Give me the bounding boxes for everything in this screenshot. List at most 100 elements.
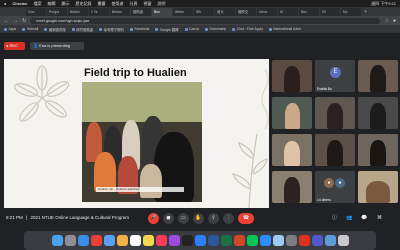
new-tab-icon[interactable]: + xyxy=(362,8,369,16)
bookmark-item[interactable]: Grammarly xyxy=(205,27,226,31)
reload-icon[interactable]: ↻ xyxy=(22,18,26,24)
browser-tab[interactable]: Mc xyxy=(341,8,361,16)
participant-face xyxy=(284,177,300,203)
url-input[interactable]: meet.google.com/vgn-wqkc-jwe xyxy=(30,17,381,24)
participant-tile[interactable] xyxy=(272,97,312,129)
mac-menubar: ● Chrome 檔案 編輯 顯示 歷史記錄 書籤 使用者 分頁 視窗 說明 週… xyxy=(0,0,400,7)
mac-dock xyxy=(24,231,376,250)
browser-tab[interactable]: 1 Ye xyxy=(89,8,109,16)
menu-item[interactable]: 書籤 xyxy=(98,0,106,7)
chat-icon[interactable]: 💬 xyxy=(360,214,369,223)
participant-tile[interactable] xyxy=(358,97,398,129)
photos-icon[interactable] xyxy=(116,235,128,246)
captions-button[interactable]: ▭ xyxy=(178,213,189,224)
bookmark-item[interactable]: Canva xyxy=(185,27,199,31)
word-icon[interactable] xyxy=(207,235,219,246)
podcasts-icon[interactable] xyxy=(168,235,180,246)
teams-icon[interactable] xyxy=(311,235,323,246)
tv-icon[interactable] xyxy=(181,235,193,246)
zoom-icon[interactable] xyxy=(259,235,271,246)
participant-tile[interactable] xyxy=(358,171,398,203)
menubar-app[interactable]: Chrome xyxy=(12,0,27,7)
participant-tile[interactable] xyxy=(272,60,312,92)
menu-item[interactable]: 視窗 xyxy=(144,0,152,7)
participant-face xyxy=(284,66,300,92)
calendar-icon[interactable] xyxy=(129,235,141,246)
trash-icon[interactable] xyxy=(337,235,349,246)
browser-tab[interactable]: Vow xyxy=(26,8,46,16)
browser-tab[interactable]: Writer xyxy=(173,8,193,16)
bookmark-item[interactable]: International Admi xyxy=(269,27,301,31)
people-icon[interactable]: 👥 xyxy=(345,214,354,223)
participant-tile[interactable] xyxy=(272,134,312,166)
present-button[interactable]: ⇪ xyxy=(208,213,219,224)
browser-tab[interactable]: Britain xyxy=(68,8,88,16)
photo-caption: Hualien trip - Outdoor activities xyxy=(96,187,184,192)
powerpoint-icon[interactable] xyxy=(233,235,245,246)
presenting-chip[interactable]: 👤 Ena is presenting xyxy=(30,42,84,50)
others-avatar: ● xyxy=(335,178,345,188)
rec-label: REC xyxy=(9,43,18,48)
bookmark-item[interactable]: 研究發展處 xyxy=(72,27,93,32)
menu-item[interactable]: 使用者 xyxy=(112,0,124,7)
browser-tab[interactable]: Wh xyxy=(194,8,214,16)
app-store-icon[interactable] xyxy=(194,235,206,246)
bookmark-item[interactable]: Chat - Free Apply xyxy=(232,27,263,31)
menu-item[interactable]: 編輯 xyxy=(48,0,56,7)
menu-item[interactable]: 說明 xyxy=(158,0,166,7)
bookmarks-bar: Apps Hotmail 國家圖書館 研究發展處 臺灣電子期刊 Facebook… xyxy=(0,25,400,33)
safari-icon[interactable] xyxy=(77,235,89,246)
browser-tab[interactable]: 國際處 xyxy=(131,8,151,16)
browser-tab[interactable]: Mi xyxy=(320,8,340,16)
info-icon[interactable]: ⓘ xyxy=(330,214,339,223)
browser-tab[interactable]: Inbox xyxy=(257,8,277,16)
apple-icon[interactable]: ● xyxy=(4,0,6,7)
preview-icon[interactable] xyxy=(272,235,284,246)
participant-tile[interactable] xyxy=(358,134,398,166)
bookmark-item[interactable]: Google 翻譯 xyxy=(155,27,179,32)
profile-icon[interactable]: ● xyxy=(393,18,396,24)
mic-off-button[interactable]: 🎤 xyxy=(148,213,159,224)
downloads-icon[interactable] xyxy=(324,235,336,246)
mail-icon[interactable] xyxy=(103,235,115,246)
raise-hand-button[interactable]: ✋ xyxy=(193,213,204,224)
launchpad-icon[interactable] xyxy=(64,235,76,246)
back-icon[interactable]: ← xyxy=(4,18,9,24)
system-preferences-icon[interactable] xyxy=(285,235,297,246)
browser-tab[interactable]: Britain xyxy=(110,8,130,16)
music-icon[interactable] xyxy=(155,235,167,246)
bookmark-item[interactable]: 國家圖書館 xyxy=(44,27,66,32)
browser-tab[interactable]: Bec xyxy=(299,8,319,16)
bookmark-item[interactable]: Facebook xyxy=(130,27,149,31)
forward-icon[interactable]: → xyxy=(13,18,18,24)
participant-tile[interactable] xyxy=(358,60,398,92)
menu-item[interactable]: 分頁 xyxy=(130,0,138,7)
bookmark-item[interactable]: Apps xyxy=(4,27,17,31)
more-options-button[interactable]: ⋮ xyxy=(223,213,234,224)
acrobat-icon[interactable] xyxy=(298,235,310,246)
menu-item[interactable]: 顯示 xyxy=(62,0,70,7)
bookmark-item[interactable]: Hotmail xyxy=(22,27,39,31)
chrome-icon[interactable] xyxy=(90,235,102,246)
others-tile[interactable]: ● ● 14 others xyxy=(315,171,355,203)
participant-tile[interactable] xyxy=(315,134,355,166)
excel-icon[interactable] xyxy=(220,235,232,246)
participant-tile[interactable] xyxy=(272,171,312,203)
menu-item[interactable]: 歷史記錄 xyxy=(76,0,92,7)
star-icon[interactable]: ☆ xyxy=(384,18,388,24)
browser-tab-active[interactable]: Bec xyxy=(152,8,172,16)
activities-icon[interactable]: ⌘ xyxy=(375,214,384,223)
end-call-button[interactable]: ☎ xyxy=(238,213,254,224)
finder-icon[interactable] xyxy=(51,235,63,246)
bookmark-item[interactable]: 臺灣電子期刊 xyxy=(99,27,124,32)
browser-tab[interactable]: M xyxy=(278,8,298,16)
line-icon[interactable] xyxy=(246,235,258,246)
browser-tab[interactable]: 政大 xyxy=(215,8,235,16)
browser-tab[interactable]: Progra xyxy=(47,8,67,16)
participant-tile[interactable]: E Estella Bu xyxy=(315,60,355,92)
notes-icon[interactable] xyxy=(142,235,154,246)
participant-tile[interactable] xyxy=(315,97,355,129)
menu-item[interactable]: 檔案 xyxy=(34,0,42,7)
browser-tab[interactable]: 國際交 xyxy=(236,8,256,16)
camera-button[interactable]: ◼ xyxy=(163,213,174,224)
